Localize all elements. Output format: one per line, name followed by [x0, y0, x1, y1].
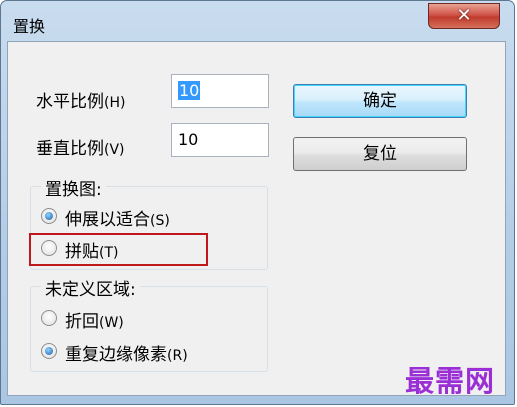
vertical-scale-label: 垂直比例(V)	[36, 139, 125, 159]
dialog-title: 置换	[13, 17, 46, 36]
ok-button[interactable]: 确定	[293, 84, 467, 118]
radio-dot	[45, 212, 53, 220]
horizontal-scale-input[interactable]: 10	[171, 74, 269, 108]
watermark-text: 最需网	[405, 364, 496, 398]
highlight-annotation	[29, 233, 208, 266]
reset-button[interactable]: 复位	[293, 137, 467, 171]
displacement-map-title: 置换图:	[41, 175, 106, 200]
radio-button-unchecked[interactable]	[41, 310, 57, 326]
close-button[interactable]: ✕	[428, 3, 500, 29]
radio-dot	[45, 347, 53, 355]
undefined-areas-title: 未定义区域:	[41, 275, 140, 300]
close-icon: ✕	[456, 5, 472, 26]
horizontal-scale-label: 水平比例(H)	[36, 92, 126, 112]
vertical-scale-input[interactable]: 10	[171, 123, 269, 157]
radio-button-checked[interactable]	[41, 343, 57, 359]
reset-button-label: 复位	[363, 144, 397, 164]
repeat-edge-pixels-label: 重复边缘像素	[65, 345, 167, 365]
ok-button-label: 确定	[363, 91, 397, 111]
title-bar[interactable]: 置换 ✕	[1, 1, 514, 41]
vertical-scale-value: 10	[178, 130, 199, 149]
radio-button-checked[interactable]	[41, 208, 57, 224]
horizontal-scale-value: 10	[178, 81, 201, 100]
undefined-areas-group: 未定义区域: 折回(W) 重复边缘像素(R)	[30, 275, 268, 372]
stretch-to-fit-label: 伸展以适合	[65, 210, 150, 230]
wrap-around-label: 折回	[65, 312, 99, 332]
